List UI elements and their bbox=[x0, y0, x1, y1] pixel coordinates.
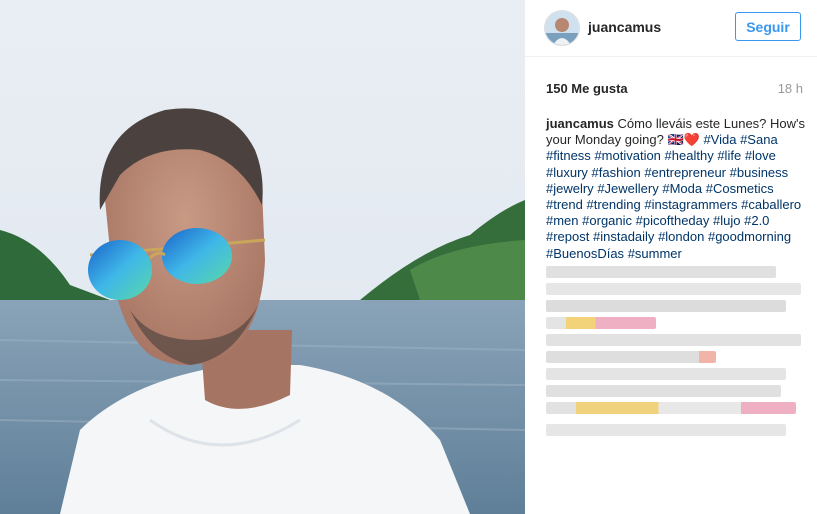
hashtag-link[interactable]: #motivation bbox=[594, 148, 660, 163]
hashtag-link[interactable]: #Cosmetics bbox=[706, 181, 774, 196]
hashtag-link[interactable]: #fashion bbox=[592, 165, 641, 180]
blurred-comment bbox=[546, 317, 656, 329]
blurred-comment bbox=[546, 351, 716, 363]
avatar-photo bbox=[545, 11, 579, 45]
photo-image bbox=[0, 0, 525, 514]
blurred-comment bbox=[546, 385, 781, 397]
hashtag-link[interactable]: #instadaily bbox=[593, 229, 654, 244]
post-header: juancamus Seguir bbox=[525, 0, 817, 57]
hashtag-link[interactable]: #Moda bbox=[662, 181, 702, 196]
hashtag-link[interactable]: #2.0 bbox=[744, 213, 769, 228]
hashtag-link[interactable]: #trending bbox=[587, 197, 641, 212]
blurred-comment bbox=[546, 334, 801, 346]
username[interactable]: juancamus bbox=[588, 19, 661, 35]
hashtag-link[interactable]: #caballero bbox=[741, 197, 801, 212]
hashtag-link[interactable]: #instagrammers bbox=[644, 197, 737, 212]
blurred-comment bbox=[546, 266, 776, 278]
hashtag-link[interactable]: #entrepreneur bbox=[644, 165, 726, 180]
post-photo[interactable] bbox=[0, 0, 525, 514]
hashtag-link[interactable]: #life bbox=[717, 148, 741, 163]
avatar[interactable] bbox=[544, 10, 580, 46]
hashtag-link[interactable]: #goodmorning bbox=[708, 229, 791, 244]
blurred-comment bbox=[546, 368, 786, 380]
blurred-comment bbox=[546, 424, 786, 436]
hashtag-link[interactable]: #luxury bbox=[546, 165, 588, 180]
hashtag-link[interactable]: #lujo bbox=[713, 213, 740, 228]
post-sidebar: juancamus Seguir 150 Me gusta 18 h juanc… bbox=[525, 0, 817, 514]
hashtag-link[interactable]: #trend bbox=[546, 197, 583, 212]
post-caption: juancamus Cómo lleváis este Lunes? How's… bbox=[546, 116, 808, 262]
hashtag-link[interactable]: #jewelry bbox=[546, 181, 594, 196]
hashtag-link[interactable]: #picoftheday bbox=[636, 213, 710, 228]
blurred-comment bbox=[546, 300, 786, 312]
hashtag-link[interactable]: #repost bbox=[546, 229, 589, 244]
like-count[interactable]: 150 Me gusta bbox=[546, 81, 628, 96]
follow-button[interactable]: Seguir bbox=[735, 12, 801, 41]
hashtag-link[interactable]: #organic bbox=[582, 213, 632, 228]
hashtag-link[interactable]: #fitness bbox=[546, 148, 591, 163]
hashtag-link[interactable]: #Jewellery bbox=[597, 181, 658, 196]
flag-heart-emoji: 🇬🇧❤️ bbox=[667, 132, 700, 148]
hashtag-link[interactable]: #healthy bbox=[665, 148, 714, 163]
hashtag-link[interactable]: #love bbox=[745, 148, 776, 163]
caption-username[interactable]: juancamus bbox=[546, 116, 614, 131]
comment-list bbox=[546, 266, 808, 441]
blurred-comment bbox=[546, 402, 796, 414]
hashtag-list: #Vida #Sana #fitness #motivation #health… bbox=[546, 132, 801, 260]
hashtag-link[interactable]: #Sana bbox=[740, 132, 778, 147]
hashtag-link[interactable]: #business bbox=[730, 165, 789, 180]
hashtag-link[interactable]: #men bbox=[546, 213, 579, 228]
hashtag-link[interactable]: #Vida bbox=[703, 132, 736, 147]
hashtag-link[interactable]: #london bbox=[658, 229, 704, 244]
hashtag-link[interactable]: #summer bbox=[628, 246, 682, 261]
hashtag-link[interactable]: #BuenosDías bbox=[546, 246, 624, 261]
blurred-comment bbox=[546, 283, 801, 295]
post-time[interactable]: 18 h bbox=[778, 81, 803, 96]
